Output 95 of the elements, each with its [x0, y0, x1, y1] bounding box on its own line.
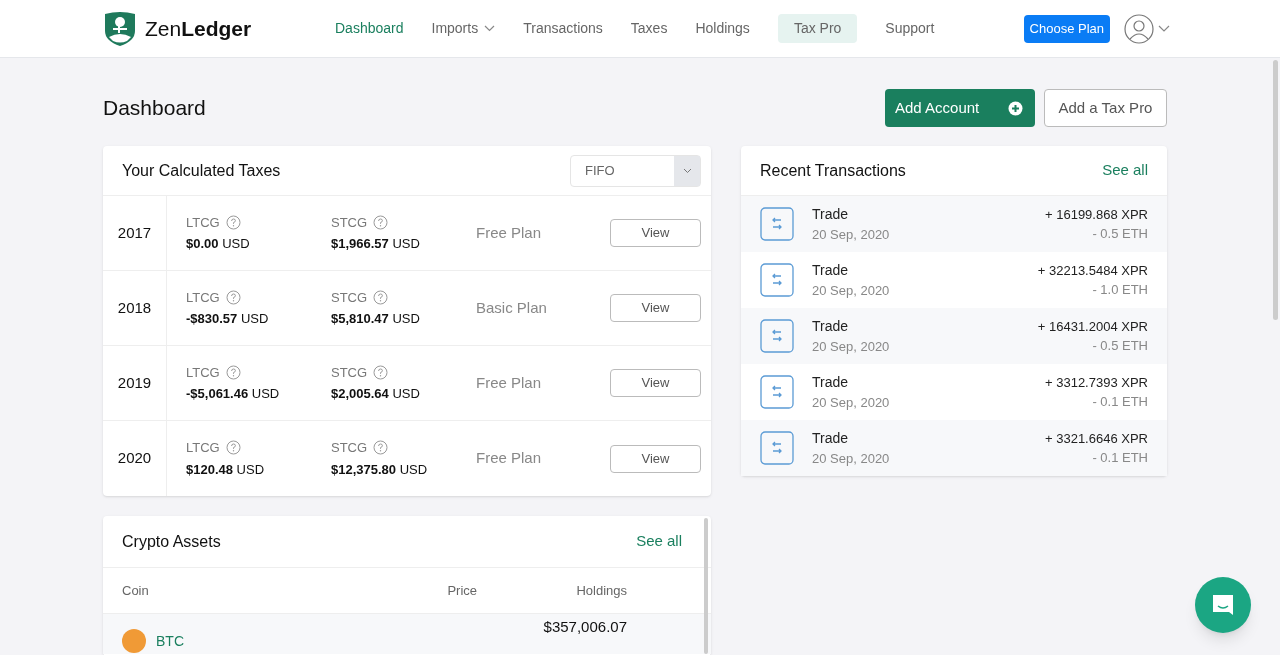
method-dropdown[interactable]: FIFO: [570, 154, 701, 187]
sent-amount: - 0.1 ETH: [1092, 393, 1148, 411]
transaction-date: 20 Sep, 2020: [812, 225, 891, 244]
nav-link[interactable]: Taxes: [630, 18, 668, 39]
see-all-link[interactable]: See all: [1102, 159, 1148, 182]
view-button[interactable]: View: [610, 219, 701, 247]
received-amount: + 3321.6646 XPR: [1045, 429, 1148, 448]
view-button[interactable]: View: [610, 444, 701, 473]
tax-year: 2019: [117, 372, 152, 393]
help-icon[interactable]: [373, 289, 389, 305]
nav-link[interactable]: Support: [885, 18, 935, 39]
plan-name: Basic Plan: [476, 297, 548, 318]
transaction-type: Trade: [812, 260, 850, 280]
coin-name[interactable]: BTC: [156, 630, 184, 652]
gain-amount: $5,810.47 USD: [331, 310, 421, 328]
nav-link[interactable]: Tax Pro: [777, 14, 858, 43]
nav-link[interactable]: Imports: [431, 18, 496, 39]
gain-amount: $2,005.64 USD: [331, 385, 421, 403]
page-title: Dashboard: [103, 95, 206, 122]
tax-year: 2017: [117, 222, 152, 243]
choose-plan-button[interactable]: Choose Plan: [1023, 14, 1110, 43]
add-tax-pro-button[interactable]: Add a Tax Pro: [1044, 89, 1167, 127]
transaction-date: 20 Sep, 2020: [812, 393, 891, 412]
add-account-button[interactable]: Add Account: [885, 89, 1035, 127]
transaction-type: Trade: [812, 428, 850, 448]
help-icon[interactable]: [225, 214, 241, 230]
gain-amount: $1,966.57 USD: [331, 235, 421, 253]
user-avatar-icon[interactable]: [1124, 13, 1154, 44]
see-all-link[interactable]: See all: [636, 530, 682, 553]
sent-amount: - 0.5 ETH: [1092, 225, 1148, 243]
help-icon[interactable]: [373, 440, 389, 456]
gain-amount: $0.00 USD: [186, 235, 251, 253]
received-amount: + 16431.2004 XPR: [1037, 317, 1148, 336]
chevron-down-icon: [682, 167, 692, 174]
help-icon[interactable]: [373, 214, 389, 230]
nav-link[interactable]: Holdings: [695, 18, 750, 39]
gain-label: LTCG: [186, 439, 220, 457]
tax-year: 2018: [117, 297, 152, 318]
column-header: Holdings: [575, 581, 627, 600]
gain-label: LTCG: [186, 213, 220, 232]
swap-arrows-icon: [760, 431, 794, 465]
transaction-date: 20 Sep, 2020: [812, 281, 891, 300]
transaction-type: Trade: [812, 316, 850, 336]
scrollbar[interactable]: [704, 518, 708, 654]
view-button[interactable]: View: [610, 369, 701, 397]
gain-label: STCG: [331, 288, 368, 307]
gain-label: LTCG: [186, 363, 220, 382]
swap-arrows-icon: [760, 207, 794, 241]
received-amount: + 3312.7393 XPR: [1045, 373, 1148, 392]
gain-amount: $120.48 USD: [186, 460, 266, 479]
nav-link[interactable]: Dashboard: [335, 18, 404, 39]
card-title: Crypto Assets: [122, 531, 221, 552]
chat-button[interactable]: [1195, 577, 1251, 633]
swap-arrows-icon: [760, 319, 794, 353]
received-amount: + 32213.5484 XPR: [1037, 261, 1148, 280]
gain-label: STCG: [331, 213, 368, 232]
card-title: Recent Transactions: [760, 160, 906, 181]
sent-amount: - 0.1 ETH: [1092, 449, 1148, 467]
tax-year: 2020: [117, 448, 152, 469]
view-button[interactable]: View: [610, 294, 701, 322]
column-header: Price: [446, 581, 477, 600]
gain-label: LTCG: [186, 288, 220, 307]
help-icon[interactable]: [373, 364, 389, 380]
gain-amount: $12,375.80 USD: [331, 460, 429, 479]
swap-arrows-icon: [760, 375, 794, 409]
nav-link[interactable]: Transactions: [523, 18, 603, 39]
brand-name: ZenLedger: [145, 15, 252, 42]
plan-name: Free Plan: [476, 372, 543, 393]
tree-shield-logo-icon: [103, 10, 137, 47]
coin-icon: [122, 629, 146, 653]
column-header: Coin: [122, 581, 150, 600]
help-icon[interactable]: [225, 364, 241, 380]
holdings-value: $357,006.07: [542, 617, 627, 637]
card-title: Your Calculated Taxes: [122, 160, 281, 181]
plan-name: Free Plan: [476, 222, 543, 243]
swap-arrows-icon: [760, 263, 794, 297]
help-icon[interactable]: [225, 440, 241, 456]
plan-name: Free Plan: [476, 448, 543, 469]
sent-amount: - 0.5 ETH: [1092, 337, 1148, 355]
sent-amount: - 1.0 ETH: [1092, 281, 1148, 299]
plus-circle-icon: [1008, 100, 1023, 116]
help-icon[interactable]: [225, 289, 241, 305]
chevron-down-icon: [484, 25, 496, 32]
gain-amount: -$830.57 USD: [186, 310, 270, 328]
gain-label: STCG: [331, 439, 368, 457]
page-scrollbar[interactable]: [1273, 60, 1278, 320]
chevron-down-icon[interactable]: [1158, 24, 1170, 33]
gain-label: STCG: [331, 363, 368, 382]
chat-bubble-icon: [1210, 592, 1236, 618]
transaction-date: 20 Sep, 2020: [812, 337, 891, 356]
gain-amount: -$5,061.46 USD: [186, 385, 281, 403]
received-amount: + 16199.868 XPR: [1045, 205, 1148, 224]
transaction-type: Trade: [812, 204, 850, 224]
transaction-type: Trade: [812, 372, 850, 392]
transaction-date: 20 Sep, 2020: [812, 449, 891, 468]
